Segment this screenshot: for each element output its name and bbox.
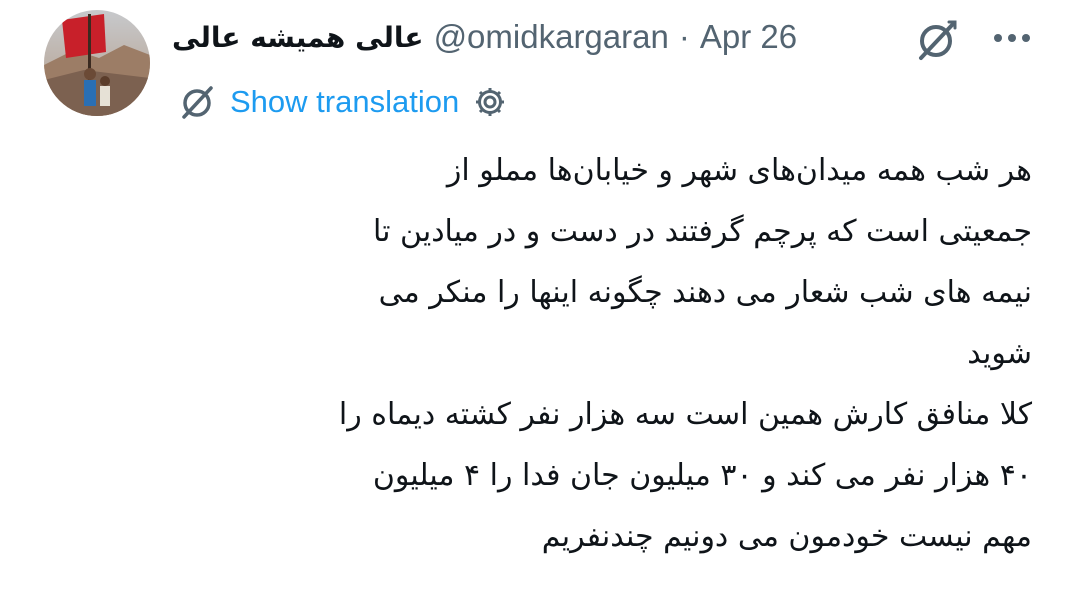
- tweet-text: هر شب همه میدان‌های شهر و خیابان‌ها مملو…: [170, 140, 1032, 567]
- tweet-text-line: مهم نیست خودمون می دونیم چندنفریم: [541, 519, 1032, 554]
- tweet-text-line: ۴۰ هزار نفر می کند و ۳۰ میلیون جان فدا ر…: [372, 458, 1032, 493]
- display-name[interactable]: عالی همیشه عالی: [172, 21, 424, 54]
- tweet-text-line: نیمه های شب شعار می دهند چگونه اینها را …: [378, 275, 1032, 310]
- tweet-date[interactable]: Apr 26: [700, 18, 797, 56]
- settings-gear-icon[interactable]: [473, 85, 507, 119]
- tweet-text-line: کلا منافق کارش همین است سه هزار نفر کشته…: [338, 397, 1032, 432]
- translate-slash-icon: [178, 83, 216, 121]
- avatar[interactable]: [44, 10, 150, 116]
- tweet-header: عالی همیشه عالی @omidkargaran · Apr 26: [172, 14, 797, 60]
- tweet-text-line: هر شب همه میدان‌های شهر و خیابان‌ها مملو…: [446, 153, 1032, 188]
- show-translation-link[interactable]: Show translation: [230, 84, 459, 120]
- separator-dot: ·: [678, 18, 690, 55]
- user-handle[interactable]: @omidkargaran: [434, 18, 669, 56]
- more-icon[interactable]: [988, 20, 1036, 56]
- translation-row: Show translation: [178, 82, 507, 122]
- grok-icon[interactable]: [913, 16, 961, 64]
- tweet-text-line: جمعیتی است که پرچم گرفتند در دست و در می…: [372, 214, 1032, 249]
- tweet-text-line: شوید: [967, 336, 1032, 371]
